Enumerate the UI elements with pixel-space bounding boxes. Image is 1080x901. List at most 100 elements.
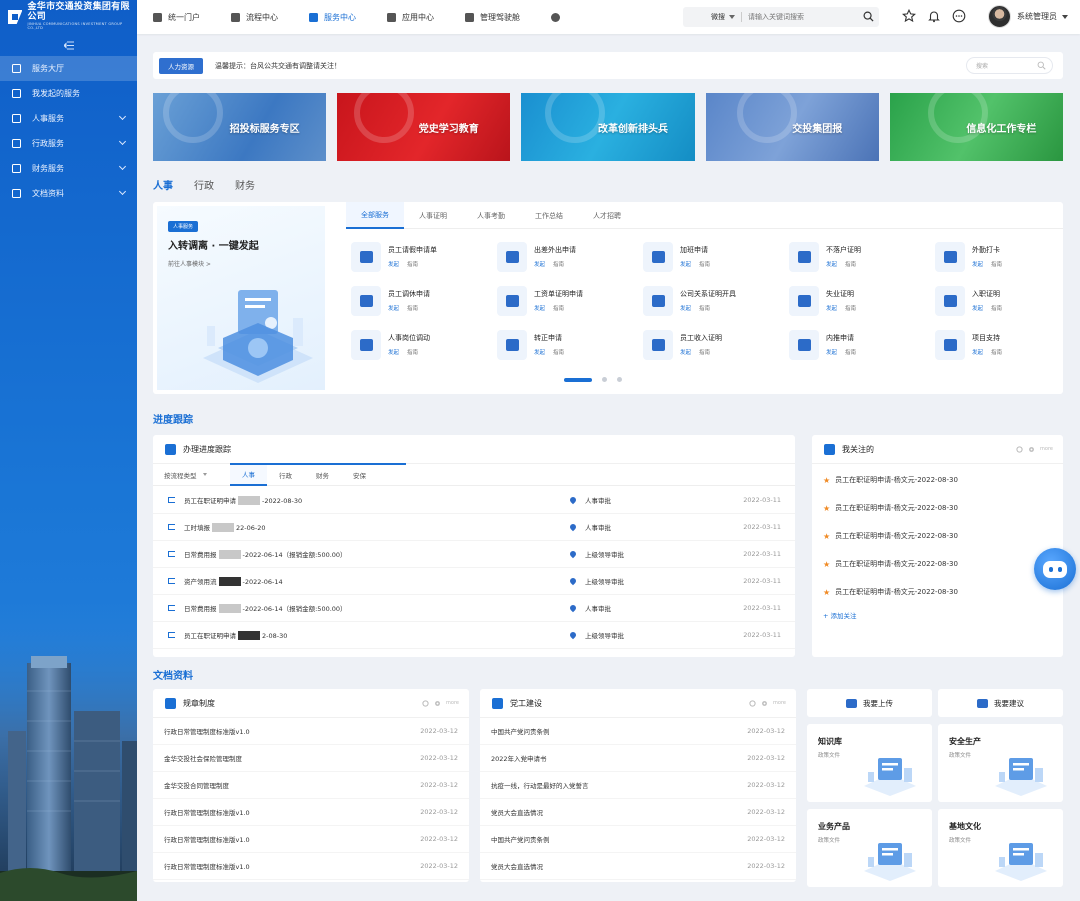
service-start-link[interactable]: 发起 xyxy=(534,306,545,312)
add-follow-button[interactable]: + 添加关注 xyxy=(812,610,1063,620)
service-start-link[interactable]: 发起 xyxy=(534,350,545,356)
table-row[interactable]: 员工在职证明申请 ‑2022‑08‑30 人事审批 2022‑03‑11 xyxy=(153,487,795,514)
list-item[interactable]: 金华交投社会保险管理制度 2022‑03‑12 xyxy=(153,745,469,772)
search-icon[interactable] xyxy=(863,11,874,22)
list-item[interactable]: ★ 员工在职证明申请‑杨文元‑2022‑08‑30 xyxy=(812,522,1063,550)
collapse-menu-icon[interactable] xyxy=(0,34,137,56)
sidebar-item-4[interactable]: 财务服务 xyxy=(0,156,137,181)
list-item[interactable]: 2022年入党申请书 2022‑03‑12 xyxy=(480,745,796,772)
pager-dot-active[interactable] xyxy=(564,377,592,382)
table-row[interactable]: 日常费用报 ‑2022‑06‑14（报销金额:500.00） 人事审批 2022‑03… xyxy=(153,595,795,622)
top-nav-item-5[interactable] xyxy=(551,12,566,22)
service-guide-link[interactable]: 指南 xyxy=(991,262,1002,268)
progress-tab-2[interactable]: 财务 xyxy=(304,464,341,486)
refresh-icon[interactable] xyxy=(1016,445,1023,453)
service-item[interactable]: 工资单证明申请 发起 指南 xyxy=(497,286,643,316)
service-guide-link[interactable]: 指南 xyxy=(699,306,710,312)
hr-tab-4[interactable]: 人才招聘 xyxy=(578,202,636,229)
list-item[interactable]: 党员大会直选情况 2022‑03‑12 xyxy=(480,853,796,880)
category-tab-2[interactable]: 财务 xyxy=(235,177,255,192)
assistant-robot-icon[interactable] xyxy=(1034,548,1076,590)
notice-tag[interactable]: 人力资源 xyxy=(159,57,203,74)
hr-tab-2[interactable]: 人事考勤 xyxy=(462,202,520,229)
service-item[interactable]: 人事岗位调动 发起 指南 xyxy=(351,330,497,360)
doc-category-card[interactable]: 知识库 政策文件 xyxy=(807,724,932,802)
table-row[interactable]: 日常费用报 ‑2022‑06‑14（报销金额:500.00） 上级领导审批 2022‑… xyxy=(153,541,795,568)
sidebar-item-1[interactable]: 我发起的服务 xyxy=(0,81,137,106)
service-guide-link[interactable]: 指南 xyxy=(407,306,418,312)
category-tab-1[interactable]: 行政 xyxy=(194,177,214,192)
top-nav-item-4[interactable]: 管理驾驶舱 xyxy=(465,12,520,23)
list-item[interactable]: ★ 员工在职证明申请‑杨文元‑2022‑08‑30 xyxy=(812,550,1063,578)
following-more[interactable]: more xyxy=(1016,445,1053,453)
service-item[interactable]: 出差外出申请 发起 指南 xyxy=(497,242,643,272)
service-start-link[interactable]: 发起 xyxy=(534,262,545,268)
service-item[interactable]: 转正申请 发起 指南 xyxy=(497,330,643,360)
service-start-link[interactable]: 发起 xyxy=(388,350,399,356)
service-item[interactable]: 加班申请 发起 指南 xyxy=(643,242,789,272)
progress-tab-3[interactable]: 安保 xyxy=(341,464,378,486)
hr-promo-link[interactable]: 前往人事模块 > xyxy=(168,259,211,268)
service-start-link[interactable]: 发起 xyxy=(972,262,983,268)
list-item[interactable]: 党员大会直选情况 2022‑03‑12 xyxy=(480,799,796,826)
list-item[interactable]: 抗疫一线，行动是最好的入党誓言 2022‑03‑12 xyxy=(480,772,796,799)
brand-logo[interactable]: 金华市交通投资集团有限公司 JINHUA COMMUNICATIONS INVES… xyxy=(0,0,137,34)
global-search-input[interactable] xyxy=(748,13,848,21)
top-nav-item-0[interactable]: 统一门户 xyxy=(153,12,200,23)
service-item[interactable]: 内推申请 发起 指南 xyxy=(789,330,935,360)
service-guide-link[interactable]: 指南 xyxy=(991,350,1002,356)
settings-gear-icon[interactable] xyxy=(434,700,441,707)
service-start-link[interactable]: 发起 xyxy=(972,306,983,312)
list-item[interactable]: ★ 员工在职证明申请‑杨文元‑2022‑08‑30 xyxy=(812,578,1063,606)
sidebar-item-0[interactable]: 服务大厅 xyxy=(0,56,137,81)
service-guide-link[interactable]: 指南 xyxy=(991,306,1002,312)
service-guide-link[interactable]: 指南 xyxy=(553,350,564,356)
favorite-star-icon[interactable] xyxy=(902,9,916,23)
hr-promo-card[interactable]: 人事服务 入转调离 · 一键发起 前往人事模块 > xyxy=(157,206,325,390)
service-start-link[interactable]: 发起 xyxy=(826,306,837,312)
service-start-link[interactable]: 发起 xyxy=(680,262,691,268)
service-start-link[interactable]: 发起 xyxy=(388,306,399,312)
notification-bell-icon[interactable] xyxy=(927,9,941,23)
service-guide-link[interactable]: 指南 xyxy=(845,306,856,312)
list-item[interactable]: 金华交投合同管理制度 2022‑03‑12 xyxy=(153,772,469,799)
hr-tab-3[interactable]: 工作总结 xyxy=(520,202,578,229)
doc-category-card[interactable]: 基地文化 政策文件 xyxy=(938,809,1063,887)
list-item[interactable]: 行政日常管理制度标准版v1.0 2022‑03‑12 xyxy=(153,826,469,853)
service-start-link[interactable]: 发起 xyxy=(680,350,691,356)
service-item[interactable]: 员工调休申请 发起 指南 xyxy=(351,286,497,316)
sidebar-item-3[interactable]: 行政服务 xyxy=(0,131,137,156)
service-guide-link[interactable]: 指南 xyxy=(407,350,418,356)
rules-more[interactable]: more xyxy=(422,699,459,707)
banner-4[interactable]: 交投集团报 xyxy=(705,93,879,161)
hr-tab-0[interactable]: 全部服务 xyxy=(346,202,404,229)
service-guide-link[interactable]: 指南 xyxy=(845,262,856,268)
doc-category-card[interactable]: 安全生产 政策文件 xyxy=(938,724,1063,802)
table-row[interactable]: 员工在职证明申请 2‑08‑30 上级领导审批 2022‑03‑11 xyxy=(153,622,795,649)
banner-2[interactable]: 党史学习教育 xyxy=(337,93,511,161)
hr-tab-1[interactable]: 人事证明 xyxy=(404,202,462,229)
table-row[interactable]: 工时填报 22‑06‑20 人事审批 2022‑03‑11 xyxy=(153,514,795,541)
user-menu[interactable]: 系统管理员 xyxy=(988,5,1068,28)
refresh-icon[interactable] xyxy=(749,699,756,707)
list-item[interactable]: ★ 员工在职证明申请‑杨文元‑2022‑08‑30 xyxy=(812,466,1063,494)
doc-category-card[interactable]: 业务产品 政策文件 xyxy=(807,809,932,887)
top-nav-item-3[interactable]: 应用中心 xyxy=(387,12,434,23)
pager-dot[interactable] xyxy=(617,377,622,382)
more-options-icon[interactable] xyxy=(952,9,966,23)
service-guide-link[interactable]: 指南 xyxy=(553,306,564,312)
refresh-icon[interactable] xyxy=(422,699,429,707)
top-nav-item-1[interactable]: 流程中心 xyxy=(231,12,278,23)
list-item[interactable]: ★ 员工在职证明申请‑杨文元‑2022‑08‑30 xyxy=(812,494,1063,522)
pager-dot[interactable] xyxy=(602,377,607,382)
service-item[interactable]: 入职证明 发起 指南 xyxy=(935,286,1080,316)
service-guide-link[interactable]: 指南 xyxy=(407,262,418,268)
suggest-button[interactable]: 我要建议 xyxy=(938,689,1063,717)
service-item[interactable]: 员工请假申请单 发起 指南 xyxy=(351,242,497,272)
list-item[interactable]: 中国共产党问责条例 2022‑03‑12 xyxy=(480,826,796,853)
upload-button[interactable]: 我要上传 xyxy=(807,689,932,717)
list-item[interactable]: 中国共产党问责条例 2022‑03‑12 xyxy=(480,718,796,745)
party-more[interactable]: more xyxy=(749,699,786,707)
service-guide-link[interactable]: 指南 xyxy=(845,350,856,356)
sidebar-item-2[interactable]: 人事服务 xyxy=(0,106,137,131)
